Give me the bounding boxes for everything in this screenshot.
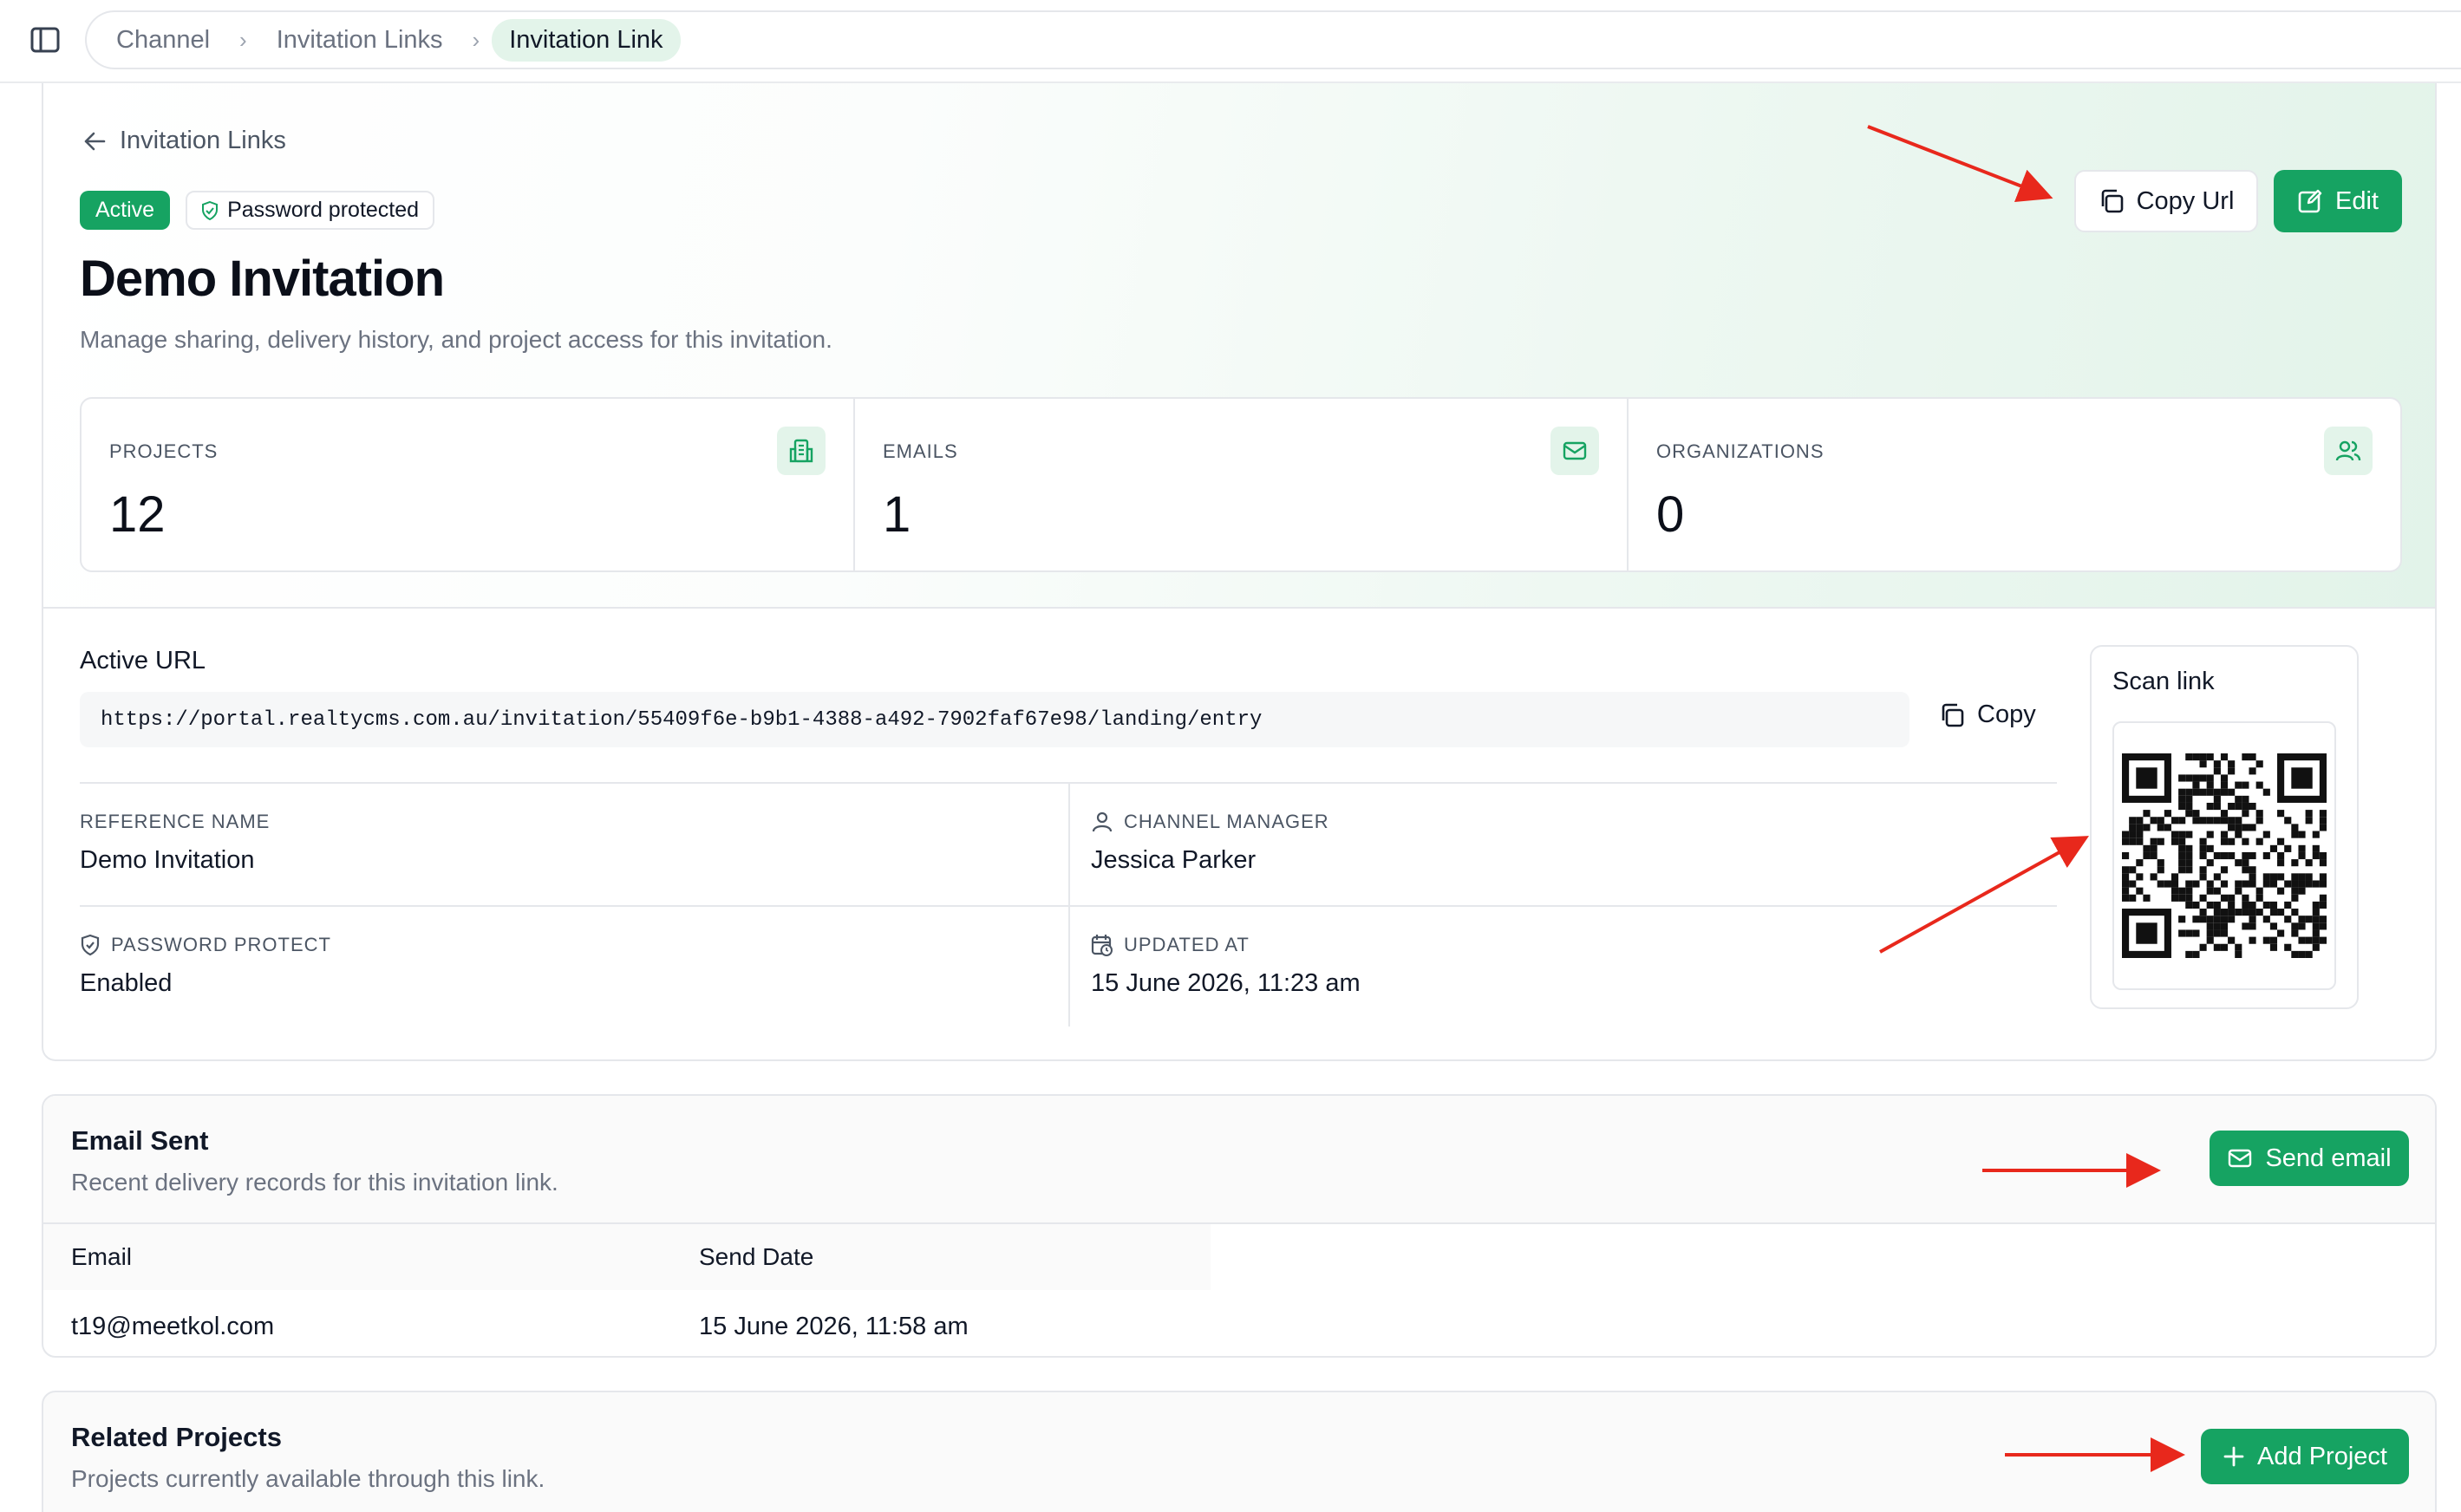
add-project-button[interactable]: Add Project <box>2201 1429 2409 1484</box>
stat-projects: PROJECTS 12 <box>82 399 855 570</box>
active-url-field[interactable]: https://portal.realtycms.com.au/invitati… <box>80 692 1909 747</box>
sidebar-toggle-icon[interactable] <box>29 26 61 54</box>
row-email: t19@meetkol.com <box>71 1313 275 1340</box>
copy-label: Copy <box>1977 701 2036 728</box>
send-email-label: Send email <box>2265 1144 2392 1172</box>
plus-icon <box>2223 1446 2244 1467</box>
stat-organizations: ORGANIZATIONS 0 <box>1629 399 2400 570</box>
status-badges: Active Password protected <box>80 191 435 230</box>
copy-icon <box>2101 189 2123 213</box>
detail-password-protect: PASSWORD PROTECT Enabled <box>80 933 331 998</box>
column-header-send-date: Send Date <box>699 1243 814 1270</box>
detail-label: REFERENCE NAME <box>80 811 271 832</box>
stat-label: ORGANIZATIONS <box>1656 440 1825 462</box>
qr-code[interactable] <box>2122 753 2327 958</box>
detail-value: Jessica Parker <box>1091 846 1257 874</box>
building-icon <box>777 427 826 475</box>
password-badge-label: Password protected <box>227 198 420 222</box>
row-send-date: 15 June 2026, 11:58 am <box>699 1313 969 1340</box>
password-badge: Password protected <box>186 191 435 230</box>
detail-label: PASSWORD PROTECT <box>111 934 331 955</box>
card-subtitle: Projects currently available through thi… <box>71 1465 545 1492</box>
back-link[interactable]: Invitation Links <box>83 127 286 155</box>
copy-url-label: Copy Url <box>2136 186 2235 215</box>
breadcrumb: Channel › Invitation Links › Invitation … <box>85 10 2461 69</box>
detail-value: Demo Invitation <box>80 846 255 874</box>
invitation-overview-card: Invitation Links Active Password protect… <box>42 83 2437 1061</box>
stat-emails: EMAILS 1 <box>855 399 1629 570</box>
card-title: Email Sent <box>71 1125 209 1156</box>
detail-label: UPDATED AT <box>1124 934 1250 955</box>
stats-row: PROJECTS 12 EMAILS 1 ORGANIZATIONS 0 <box>80 397 2402 572</box>
stat-value: 1 <box>883 486 911 543</box>
card-title: Related Projects <box>71 1422 282 1452</box>
detail-reference-name: REFERENCE NAME Demo Invitation <box>80 810 270 875</box>
email-sent-card: Email Sent Recent delivery records for t… <box>42 1094 2437 1358</box>
detail-value: Enabled <box>80 969 173 997</box>
edit-button[interactable]: Edit <box>2274 170 2402 232</box>
related-projects-card: Related Projects Projects currently avai… <box>42 1391 2437 1512</box>
breadcrumb-current: Invitation Link <box>492 18 681 62</box>
back-link-label: Invitation Links <box>120 127 286 154</box>
table-header: Email Send Date <box>43 1224 1211 1290</box>
edit-label: Edit <box>2335 186 2379 215</box>
detail-updated-at: UPDATED AT 15 June 2026, 11:23 am <box>1091 933 1361 998</box>
qr-code-frame <box>2112 721 2336 990</box>
hero-section: Invitation Links Active Password protect… <box>43 83 2435 609</box>
column-header-email: Email <box>71 1243 133 1270</box>
detail-channel-manager: CHANNEL MANAGER Jessica Parker <box>1091 810 1329 875</box>
breadcrumb-channel[interactable]: Channel <box>116 26 210 55</box>
page-title: Demo Invitation <box>80 251 445 307</box>
detail-value: 15 June 2026, 11:23 am <box>1091 969 1361 997</box>
scan-title: Scan link <box>2112 668 2215 695</box>
arrow-left-icon <box>84 132 106 150</box>
copy-button[interactable]: Copy <box>1939 701 2036 729</box>
add-project-label: Add Project <box>2257 1442 2387 1470</box>
divider <box>1068 784 1070 1026</box>
page-subtitle: Manage sharing, delivery history, and pr… <box>80 326 832 353</box>
shield-check-icon <box>81 934 100 956</box>
details-grid: REFERENCE NAME Demo Invitation CHANNEL M… <box>80 782 2057 1026</box>
stat-label: EMAILS <box>883 440 958 462</box>
chevron-right-icon: › <box>472 26 480 53</box>
detail-label: CHANNEL MANAGER <box>1124 811 1329 832</box>
user-icon <box>1092 811 1113 832</box>
stat-value: 0 <box>1656 486 1685 543</box>
active-url-label: Active URL <box>80 647 206 675</box>
breadcrumb-invitation-links[interactable]: Invitation Links <box>277 26 443 55</box>
copy-url-button[interactable]: Copy Url <box>2074 170 2258 232</box>
card-subtitle: Recent delivery records for this invitat… <box>71 1169 558 1196</box>
mail-icon <box>2229 1149 2252 1168</box>
shield-check-icon <box>202 200 219 220</box>
calendar-clock-icon <box>1091 935 1113 956</box>
stat-label: PROJECTS <box>109 440 219 462</box>
send-email-button[interactable]: Send email <box>2210 1131 2409 1186</box>
status-badge: Active <box>80 191 171 230</box>
mail-icon <box>1550 427 1599 475</box>
top-bar: Channel › Invitation Links › Invitation … <box>0 0 2461 83</box>
copy-icon <box>1942 703 1964 727</box>
edit-icon <box>2298 189 2322 213</box>
card-header: Email Sent Recent delivery records for t… <box>43 1096 2435 1224</box>
scan-link-card: Scan link <box>2090 645 2359 1009</box>
users-icon <box>2324 427 2373 475</box>
chevron-right-icon: › <box>239 26 247 53</box>
stat-value: 12 <box>109 486 166 543</box>
